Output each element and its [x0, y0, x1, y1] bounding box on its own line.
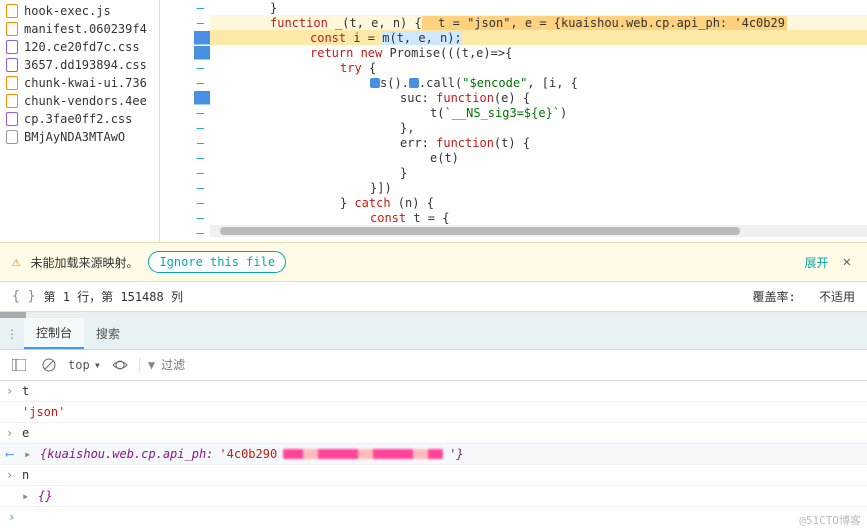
context-selector[interactable]: top ▾: [68, 358, 101, 372]
scrollbar-thumb[interactable]: [220, 227, 740, 235]
file-name: chunk-vendors.4ee: [24, 94, 147, 108]
step-marker-icon: [409, 78, 419, 88]
file-item[interactable]: hook-exec.js: [0, 2, 159, 20]
file-name: chunk-kwai-ui.736: [24, 76, 147, 90]
chevron-down-icon: ▾: [94, 358, 101, 372]
file-icon: [6, 94, 18, 108]
redacted-value: [283, 449, 443, 459]
expand-caret-icon[interactable]: ▸: [24, 447, 34, 461]
expand-caret-icon[interactable]: ›: [6, 468, 16, 482]
file-name: BMjAyNDA3MTAwO: [24, 130, 125, 144]
filter-icon: ▼: [148, 358, 155, 372]
expand-caret-icon[interactable]: ›: [6, 384, 16, 398]
coverage-value: 不适用: [819, 288, 855, 305]
code-editor[interactable]: } function _(t, e, n) { t = "json", e = …: [210, 0, 867, 242]
drag-handle-icon[interactable]: ⋮: [0, 323, 24, 345]
warning-icon: ⚠: [12, 254, 20, 270]
file-name: 120.ce20fd7c.css: [24, 40, 140, 54]
return-arrow-icon: ⟵: [6, 447, 18, 461]
ignore-file-button[interactable]: Ignore this file: [148, 251, 286, 273]
tab-search[interactable]: 搜索: [84, 319, 132, 348]
inline-hint: t = "json", e = {kuaishou.web.cp.api_ph:…: [422, 16, 787, 30]
watermark: @51CTO博客: [799, 512, 861, 528]
console-object-key: {kuaishou.web.cp.api_ph:: [40, 447, 213, 461]
console-prompt[interactable]: ›: [0, 507, 867, 527]
console-value: {}: [38, 489, 52, 503]
console-var: e: [22, 426, 29, 440]
clear-console-button[interactable]: [38, 354, 60, 376]
file-item[interactable]: 120.ce20fd7c.css: [0, 38, 159, 56]
braces-icon[interactable]: { }: [12, 289, 35, 304]
cursor-position: 第 1 行，第 151488 列: [43, 288, 182, 305]
file-icon: [6, 22, 18, 36]
toggle-sidebar-button[interactable]: [8, 354, 30, 376]
file-icon: [6, 130, 18, 144]
file-name: 3657.dd193894.css: [24, 58, 147, 72]
file-item[interactable]: BMjAyNDA3MTAwO: [0, 128, 159, 146]
file-icon: [6, 112, 18, 126]
file-name: cp.3fae0ff2.css: [24, 112, 132, 126]
console-output[interactable]: › t 'json' › e ⟵ ▸ {kuaishou.web.cp.api_ph…: [0, 381, 867, 532]
console-value: 'json': [22, 405, 65, 419]
expand-button[interactable]: 展开: [805, 254, 829, 271]
status-bar: { } 第 1 行，第 151488 列 覆盖率: 不适用: [0, 282, 867, 312]
drawer-tabs: ⋮ 控制台 搜索: [0, 318, 867, 350]
expand-caret-icon[interactable]: ▸: [22, 489, 32, 503]
warning-bar: ⚠ 未能加载来源映射。 Ignore this file 展开 ✕: [0, 242, 867, 282]
file-name: manifest.060239f4: [24, 22, 147, 36]
file-item[interactable]: chunk-vendors.4ee: [0, 92, 159, 110]
console-var: n: [22, 468, 29, 482]
breakpoint-gutter[interactable]: – – – – – – – – – – – – – – – –: [160, 0, 210, 242]
console-toolbar: top ▾ ▼: [0, 350, 867, 381]
expand-caret-icon[interactable]: ›: [6, 426, 16, 440]
file-item[interactable]: 3657.dd193894.css: [0, 56, 159, 74]
file-name: hook-exec.js: [24, 4, 111, 18]
close-icon[interactable]: ✕: [839, 254, 855, 270]
file-item[interactable]: cp.3fae0ff2.css: [0, 110, 159, 128]
file-icon: [6, 76, 18, 90]
file-icon: [6, 4, 18, 18]
file-item[interactable]: manifest.060239f4: [0, 20, 159, 38]
filter-input[interactable]: [161, 358, 859, 372]
step-marker-icon: [370, 78, 380, 88]
file-icon: [6, 58, 18, 72]
tab-console[interactable]: 控制台: [24, 318, 84, 349]
console-var: t: [22, 384, 29, 398]
file-tree: hook-exec.js manifest.060239f4 120.ce20f…: [0, 0, 160, 242]
warning-text: 未能加载来源映射。: [30, 254, 138, 271]
horizontal-scrollbar[interactable]: [210, 225, 867, 237]
file-item[interactable]: chunk-kwai-ui.736: [0, 74, 159, 92]
coverage-label: 覆盖率:: [753, 288, 796, 305]
file-icon: [6, 40, 18, 54]
live-expression-button[interactable]: [109, 354, 131, 376]
